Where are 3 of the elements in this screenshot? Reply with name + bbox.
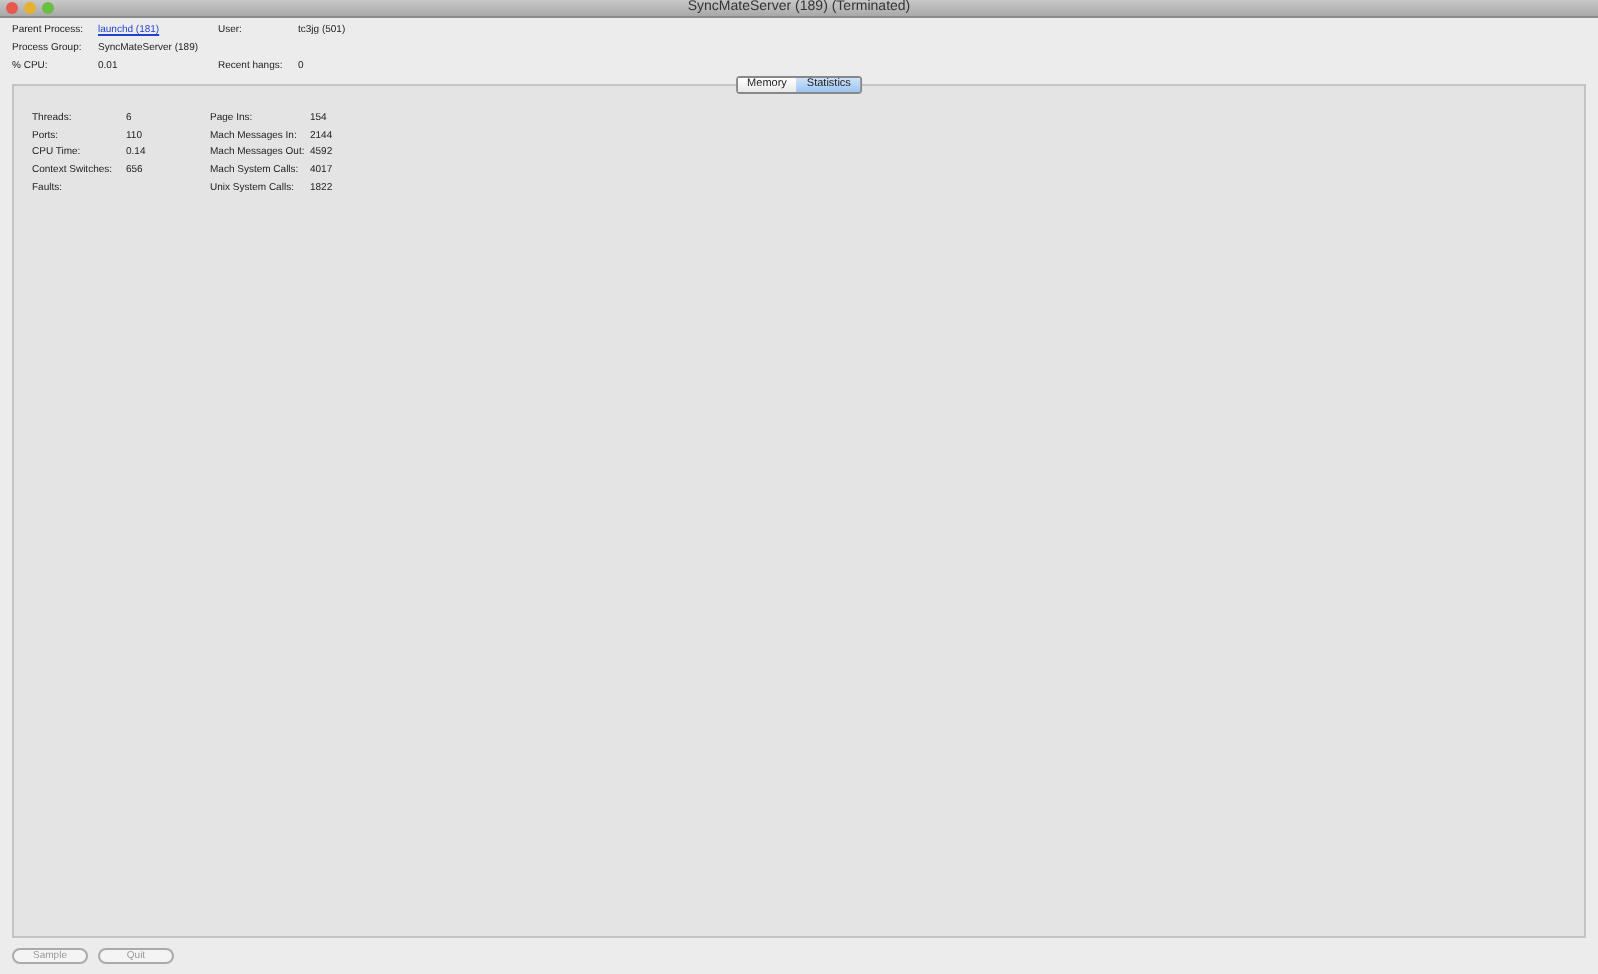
close-button[interactable] [6, 2, 18, 14]
zoom-button[interactable] [42, 2, 54, 14]
minimize-button[interactable] [24, 2, 36, 14]
